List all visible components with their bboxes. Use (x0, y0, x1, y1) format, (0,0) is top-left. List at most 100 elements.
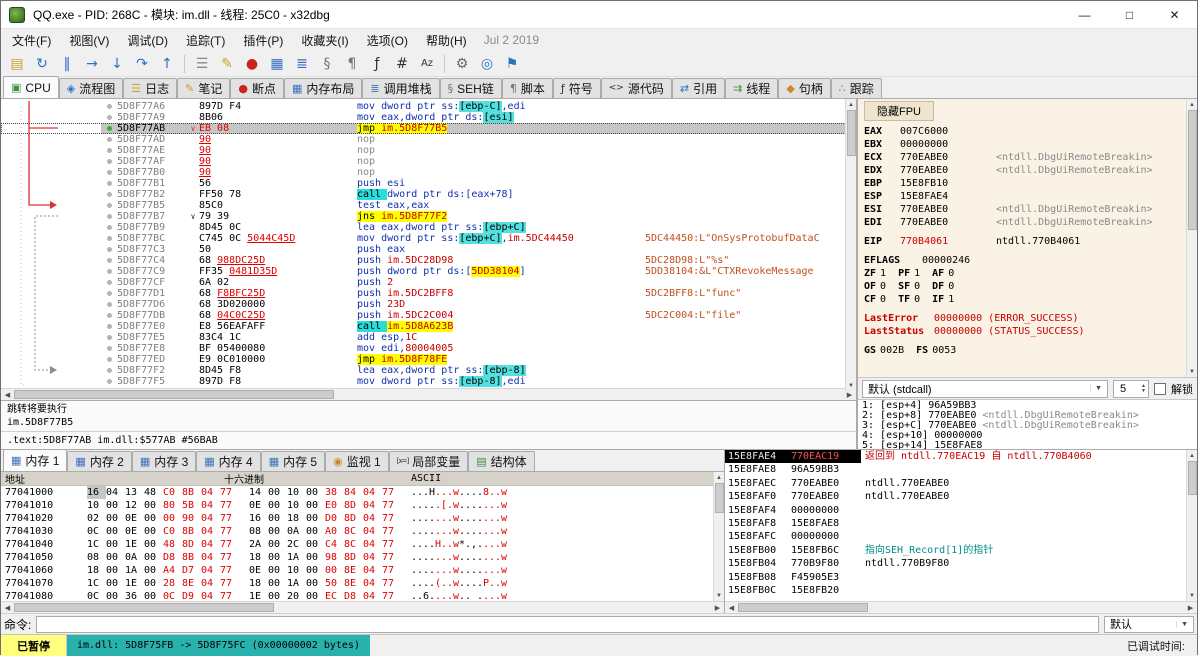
hex-byte[interactable]: 00 (306, 499, 325, 512)
hex-byte[interactable]: C0 (163, 486, 182, 499)
toolbar-notes-button[interactable]: ✎ (215, 53, 239, 75)
tab-threads[interactable]: ⇉ 线程 (725, 78, 779, 98)
hex-byte[interactable]: 04 (201, 590, 220, 601)
hex-byte[interactable]: 1E (125, 538, 144, 551)
tab-script[interactable]: ¶ 脚本 (501, 78, 553, 98)
stack-row[interactable]: 15E8FAE4 770EAC19 返回到 ntdll.770EAC19 自 ntd… (725, 450, 1186, 464)
menu-item[interactable]: 调试(D) (118, 29, 177, 52)
hex-byte[interactable]: 08 (87, 551, 106, 564)
hex-byte[interactable]: 12 (125, 499, 144, 512)
hex-byte[interactable]: 00 (306, 512, 325, 525)
hex-byte[interactable]: EC (325, 590, 344, 601)
hex-byte[interactable]: E0 (325, 499, 344, 512)
disasm-row[interactable]: 5D8F77ED E9 0C010000 jmp im.5D8F78FE (1, 354, 856, 365)
dump-row[interactable]: 77041000 16 04 13 48 C0 8B 04 77 14 00 10 00 38 84 04 77… (1, 486, 724, 499)
hex-byte[interactable]: 90 (182, 512, 201, 525)
stack-row[interactable]: 15E8FAF0 770EABE0 ntdll.770EABE0 (725, 490, 1186, 503)
register-row[interactable]: EFLAGS 00000246 (864, 254, 1193, 267)
stack-row[interactable]: 15E8FAEC 770EABE0 ntdll.770EABE0 (725, 477, 1186, 490)
hex-byte[interactable]: 18 (87, 564, 106, 577)
hex-byte[interactable]: 77 (382, 577, 401, 590)
disasm-row[interactable]: 5D8F77AF 90 nop (1, 156, 856, 167)
disasm-row[interactable]: 5D8F77E5 83C4 1C add esp,1C (1, 332, 856, 343)
hex-byte[interactable]: 28 (163, 577, 182, 590)
stack-row[interactable]: 15E8FB0C 15E8FB20 (725, 584, 1186, 597)
spinner-arrows-icon[interactable]: ▲ ▼ (1141, 383, 1148, 394)
hex-byte[interactable]: 00 (106, 577, 125, 590)
toolbar-find-button[interactable]: ◎ (475, 53, 499, 75)
disasm-row[interactable]: 5D8F77B0 90 nop (1, 167, 856, 178)
hex-byte[interactable]: 1A (287, 551, 306, 564)
hex-byte[interactable]: 00 (144, 499, 163, 512)
toolbar-pause-button[interactable]: ‖ (55, 53, 79, 75)
breakpoint-dot-cell[interactable] (101, 159, 117, 164)
register-row[interactable]: EIP 770B4061 ntdll.770B4061 (864, 235, 1193, 248)
registers-vscrollbar[interactable]: ▲ ▼ (1186, 99, 1197, 377)
toolbar-seh-chain-button[interactable]: § (315, 53, 339, 75)
hex-byte[interactable]: 00 (106, 499, 125, 512)
dump-hscrollbar[interactable]: ◀ ▶ (1, 601, 724, 613)
disasm-row[interactable]: 5D8F77AD 90 nop (1, 134, 856, 145)
tab-locals[interactable]: [x=] 局部变量 (388, 451, 469, 471)
hex-byte[interactable]: 8D (182, 538, 201, 551)
hex-byte[interactable]: 00 (144, 525, 163, 538)
stack-row[interactable]: 15E8FAF4 00000000 (725, 504, 1186, 517)
hex-byte[interactable]: 00 (106, 590, 125, 601)
calling-convention-select[interactable]: 默认 (stdcall) ▼ (862, 379, 1108, 398)
hex-byte[interactable]: D9 (182, 590, 201, 601)
hex-byte[interactable]: 77 (382, 512, 401, 525)
hex-byte[interactable]: 18 (249, 577, 268, 590)
hex-byte[interactable]: A4 (163, 564, 182, 577)
scroll-down-icon[interactable]: ▼ (716, 590, 722, 601)
tab-memory-map[interactable]: ▦ 内存布局 (283, 78, 363, 98)
hide-fpu-button[interactable]: 隐藏FPU (864, 101, 934, 121)
hex-byte[interactable]: 8B (182, 551, 201, 564)
disasm-hscrollbar[interactable]: ◀ ▶ (1, 388, 856, 400)
disasm-row[interactable]: 5D8F77B2 FF50 78 call dword ptr ds:[eax+7… (1, 189, 856, 200)
hex-byte[interactable]: 13 (125, 486, 144, 499)
register-row[interactable]: EAX 007C6000 (864, 125, 1193, 138)
register-row[interactable]: EDI 770EABE0 <ntdll.DbgUiRemoteBreakin> (864, 216, 1193, 229)
stack-row[interactable]: 15E8FAFC 00000000 (725, 530, 1186, 543)
dump-row[interactable]: 77041060 18 00 1A 00 A4 D7 04 77 0E 00 10 00 00 8E 04 77… (1, 564, 724, 577)
dump-row[interactable]: 77041030 0C 00 0E 00 C0 8B 04 77 08 00 0A 00 A0 8C 04 77… (1, 525, 724, 538)
hex-byte[interactable]: 77 (382, 525, 401, 538)
hex-byte[interactable]: 10 (87, 499, 106, 512)
menu-item[interactable]: 选项(O) (358, 29, 417, 52)
disasm-row[interactable]: 5D8F77C3 50 push eax (1, 244, 856, 255)
scroll-left-icon[interactable]: ◀ (725, 604, 738, 612)
hex-byte[interactable]: 00 (268, 551, 287, 564)
hex-byte[interactable]: 77 (382, 486, 401, 499)
hex-byte[interactable]: 48 (144, 486, 163, 499)
hex-byte[interactable]: 00 (144, 577, 163, 590)
disasm-row[interactable]: 5D8F77E0 E8 56EAFAFF call im.5D8A623B (1, 321, 856, 332)
hex-byte[interactable]: 0E (249, 564, 268, 577)
toolbar-breakpoints-button[interactable]: ● (240, 53, 264, 75)
hex-byte[interactable]: 8C (344, 538, 363, 551)
hex-byte[interactable]: 1A (125, 564, 144, 577)
hex-byte[interactable]: 0A (125, 551, 144, 564)
hex-byte[interactable]: 00 (268, 564, 287, 577)
tab-graph[interactable]: ◈ 流程图 (58, 78, 124, 98)
hex-byte[interactable]: 00 (325, 564, 344, 577)
disasm-row[interactable]: 5D8F77AB ∨ EB 08 jmp im.5D8F77B5 (1, 123, 856, 134)
toolbar-script-button[interactable]: ¶ (340, 53, 364, 75)
hex-byte[interactable]: 0C (87, 590, 106, 601)
disasm-row[interactable]: 5D8F77D1 68 F8BFC25D push im.5DC2BFF8 5DC2… (1, 288, 856, 299)
hex-byte[interactable]: 00 (306, 538, 325, 551)
dump-hscroll-thumb[interactable] (14, 603, 274, 612)
hex-byte[interactable]: 8E (344, 564, 363, 577)
hex-byte[interactable]: 04 (201, 525, 220, 538)
hex-byte[interactable]: D8 (344, 590, 363, 601)
hex-byte[interactable]: 77 (382, 499, 401, 512)
disasm-row[interactable]: 5D8F77BC C745 0C 5044C45D mov dword ptr s… (1, 233, 856, 244)
disasm-row[interactable]: 5D8F77B9 8D45 0C lea eax,dword ptr ss:[eb… (1, 222, 856, 233)
hex-byte[interactable]: 16 (87, 486, 106, 499)
tab-trace[interactable]: ∴ 跟踪 (830, 78, 882, 98)
tab-struct[interactable]: ▤ 结构体 (468, 451, 535, 471)
hex-byte[interactable]: 00 (106, 538, 125, 551)
hex-byte[interactable]: 0E (125, 512, 144, 525)
hex-byte[interactable]: 00 (144, 590, 163, 601)
hex-byte[interactable]: 04 (201, 564, 220, 577)
disasm-row[interactable]: 5D8F77B5 85C0 test eax,eax (1, 200, 856, 211)
